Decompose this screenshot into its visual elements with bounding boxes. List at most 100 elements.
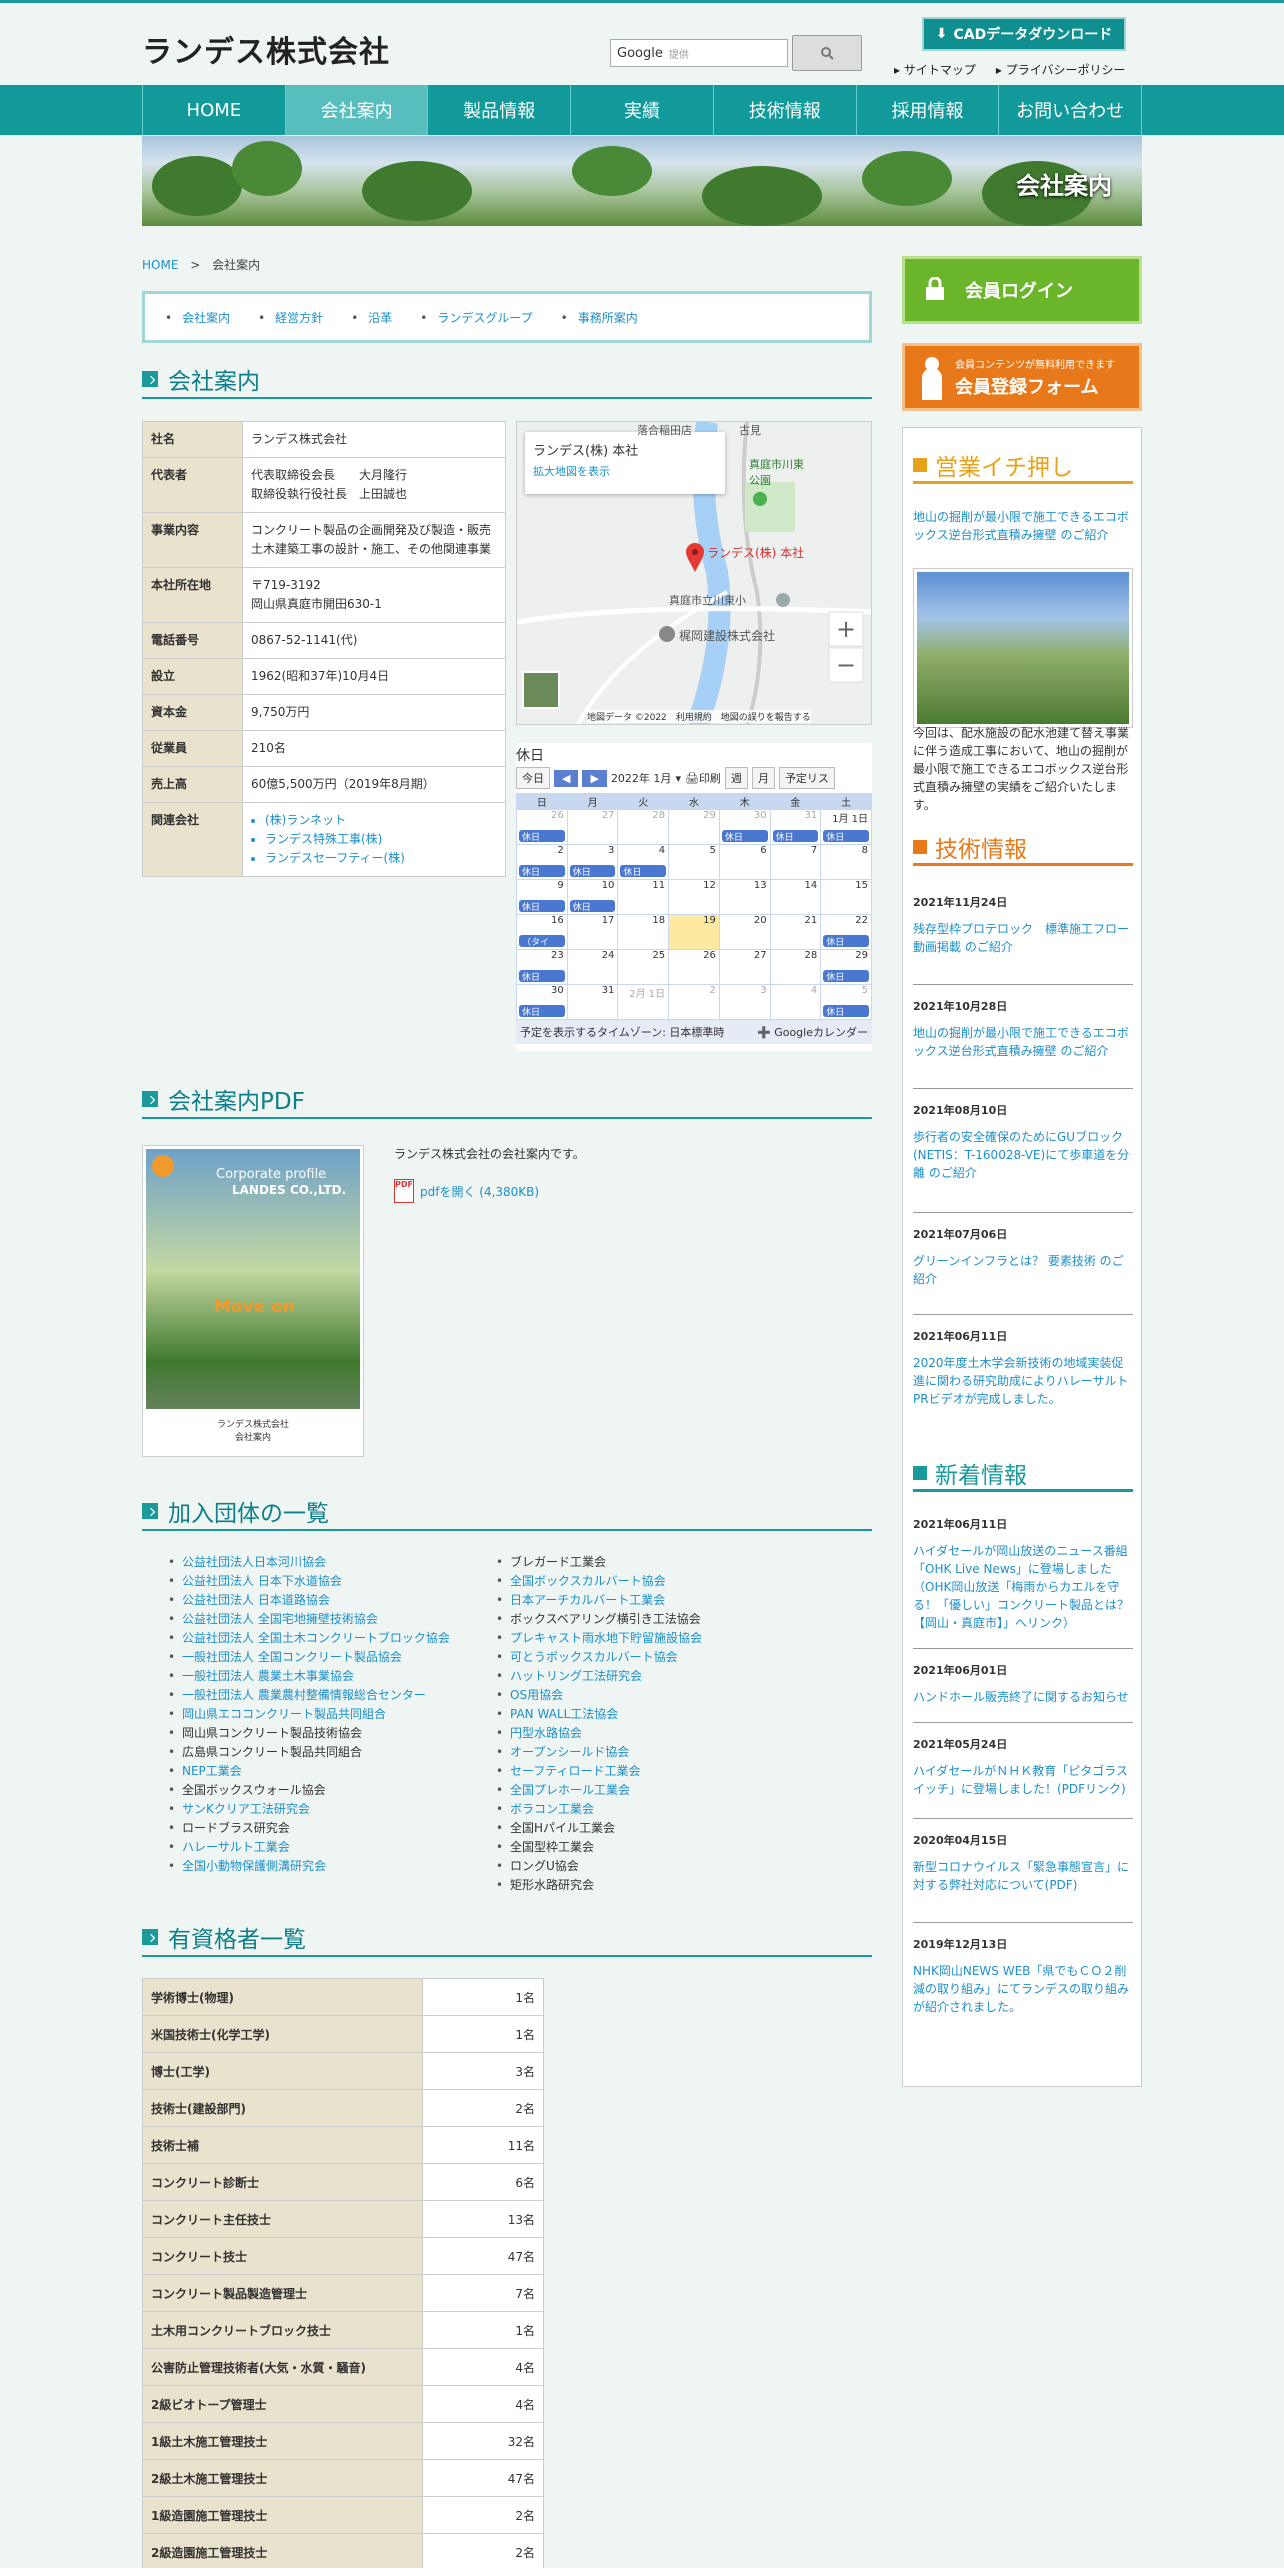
org-item[interactable]: プレキャスト雨水地下貯留施設協会 bbox=[494, 1629, 702, 1648]
calendar-prev-button[interactable]: ◀ bbox=[554, 769, 579, 787]
tech-link[interactable]: グリーンインフラとは？ 要素技術 のご紹介 bbox=[913, 1252, 1133, 1288]
calendar-day[interactable]: 15 bbox=[821, 880, 871, 914]
nav-item-1[interactable]: 会社案内 bbox=[285, 85, 429, 135]
news-link[interactable]: ハイダセールが岡山放送のニュース番組「OHK Live News」に登場しました… bbox=[913, 1542, 1133, 1632]
calendar-event[interactable]: 休日 bbox=[519, 830, 565, 843]
org-item[interactable]: 公益社団法人 日本道路協会 bbox=[166, 1591, 450, 1610]
calendar-event[interactable]: 休日 bbox=[519, 1005, 565, 1018]
org-item[interactable]: 一般社団法人 農業土木事業協会 bbox=[166, 1667, 450, 1686]
privacy-link[interactable]: ▸ プライバシーポリシー bbox=[996, 61, 1126, 78]
subnav-link-1[interactable]: 経営方針 bbox=[258, 309, 323, 326]
tech-link[interactable]: 地山の掘削が最小限で施工できるエコボックス逆台形式直積み擁壁 のご紹介 bbox=[913, 1024, 1133, 1060]
org-item[interactable]: 公益社団法人 全国宅地擁壁技術協会 bbox=[166, 1610, 450, 1629]
subnav-link-4[interactable]: 事務所案内 bbox=[561, 309, 638, 326]
pdf-cover-image[interactable]: Corporate profile LANDES CO.,LTD. Move o… bbox=[142, 1145, 364, 1457]
calendar-day[interactable]: 6 bbox=[719, 845, 770, 879]
calendar-day[interactable]: 11 bbox=[618, 880, 669, 914]
org-item[interactable]: PAN WALL工法協会 bbox=[494, 1705, 702, 1724]
related-company-link[interactable]: ランデスセーフティー(株) bbox=[265, 849, 497, 868]
calendar-today-button[interactable]: 今日 bbox=[516, 767, 550, 789]
member-login-button[interactable]: 会員ログイン bbox=[902, 256, 1142, 324]
calendar-view-agenda[interactable]: 予定リス bbox=[778, 767, 835, 789]
subnav-link-0[interactable]: 会社案内 bbox=[165, 309, 230, 326]
org-item[interactable]: 岡山県エココンクリート製品共同組合 bbox=[166, 1705, 450, 1724]
calendar-day[interactable]: 3 休日 bbox=[567, 845, 618, 879]
nav-item-2[interactable]: 製品情報 bbox=[428, 85, 572, 135]
print-button[interactable]: 🖨印刷 bbox=[685, 770, 721, 786]
calendar-day[interactable]: 1月 1日 休日 bbox=[821, 810, 871, 844]
calendar-view-week[interactable]: 週 bbox=[724, 767, 748, 789]
calendar-day[interactable]: 14 bbox=[770, 880, 821, 914]
calendar-day[interactable]: 28 bbox=[618, 810, 669, 844]
news-link[interactable]: 新型コロナウイルス「緊急事態宣言」に対する弊社対応について(PDF) bbox=[913, 1858, 1133, 1894]
nav-item-6[interactable]: お問い合わせ bbox=[999, 85, 1143, 135]
org-item[interactable]: NEP工業会 bbox=[166, 1762, 450, 1781]
calendar-event[interactable]: 休日 bbox=[519, 900, 565, 913]
org-item[interactable]: ボラコン工業会 bbox=[494, 1800, 702, 1819]
calendar-day[interactable]: 30 休日 bbox=[719, 810, 770, 844]
calendar-day[interactable]: 30 休日 bbox=[517, 985, 567, 1019]
calendar-event[interactable]: 休日 bbox=[620, 865, 667, 878]
tech-link[interactable]: 2020年度土木学会新技術の地域実装促進に関わる研究助成によりハレーサルトPRビ… bbox=[913, 1354, 1133, 1408]
org-item[interactable]: 可とうボックスカルバート協会 bbox=[494, 1648, 702, 1667]
org-item[interactable]: 全国プレホール工業会 bbox=[494, 1781, 702, 1800]
calendar-day[interactable]: 18 bbox=[618, 915, 669, 949]
org-item[interactable]: 全国小動物保護側溝研究会 bbox=[166, 1857, 450, 1876]
calendar-day[interactable]: 28 bbox=[770, 950, 821, 984]
calendar-event[interactable]: 休日 bbox=[823, 830, 869, 843]
calendar-view-month[interactable]: 月 bbox=[751, 767, 775, 789]
calendar-event[interactable]: 休日 bbox=[569, 865, 616, 878]
calendar-day[interactable]: 22 休日 bbox=[821, 915, 871, 949]
calendar-event[interactable]: 休日 bbox=[772, 830, 819, 843]
org-item[interactable]: ハットリング工法研究会 bbox=[494, 1667, 702, 1686]
calendar-day[interactable]: 7 bbox=[770, 845, 821, 879]
zoom-in-button[interactable]: + bbox=[829, 612, 863, 646]
site-logo[interactable]: ランデス株式会社 bbox=[142, 27, 390, 71]
tech-link[interactable]: 残存型枠プロテロック 標準施工フロー動画掲載 のご紹介 bbox=[913, 920, 1133, 956]
calendar-day[interactable]: 21 bbox=[770, 915, 821, 949]
calendar-event[interactable]: （タイ bbox=[519, 935, 565, 948]
pdf-open-link[interactable]: PDF pdfを開く (4,380KB) bbox=[394, 1179, 539, 1203]
calendar-day[interactable]: 4 休日 bbox=[618, 845, 669, 879]
related-company-link[interactable]: (株)ランネット bbox=[265, 811, 497, 830]
member-register-button[interactable]: 会員コンテンツが無料利用できます 会員登録フォーム bbox=[902, 343, 1142, 411]
calendar-event[interactable]: 休日 bbox=[823, 1005, 869, 1018]
calendar-day[interactable]: 27 bbox=[567, 810, 618, 844]
calendar-day[interactable]: 9 休日 bbox=[517, 880, 567, 914]
calendar-day[interactable]: 10 休日 bbox=[567, 880, 618, 914]
featured-image[interactable] bbox=[913, 568, 1133, 728]
tech-link[interactable]: 歩行者の安全確保のためにGUブロック(NETIS：T-160028-VE)にて歩… bbox=[913, 1128, 1133, 1182]
news-link[interactable]: ハイダセールがＮＨＫ教育「ピタゴラスイッチ」に登場しました！(PDFリンク) bbox=[913, 1762, 1133, 1798]
calendar-day[interactable]: 25 bbox=[618, 950, 669, 984]
org-item[interactable]: 公益社団法人 日本下水道協会 bbox=[166, 1572, 450, 1591]
org-item[interactable]: ハレーサルト工業会 bbox=[166, 1838, 450, 1857]
zoom-out-button[interactable]: − bbox=[829, 648, 863, 682]
nav-item-4[interactable]: 技術情報 bbox=[714, 85, 857, 135]
org-item[interactable]: 全国ボックスカルバート協会 bbox=[494, 1572, 702, 1591]
org-item[interactable]: サンKクリア工法研究会 bbox=[166, 1800, 450, 1819]
calendar-event[interactable]: 休日 bbox=[721, 830, 768, 843]
calendar-day[interactable]: 8 bbox=[821, 845, 871, 879]
org-item[interactable]: OS用協会 bbox=[494, 1686, 702, 1705]
cad-download-button[interactable]: ⬇ CADデータダウンロード bbox=[922, 17, 1126, 51]
calendar-day[interactable]: 12 bbox=[669, 880, 719, 914]
org-item[interactable]: 日本アーチカルバート工業会 bbox=[494, 1591, 702, 1610]
calendar-day[interactable]: 31 休日 bbox=[770, 810, 821, 844]
org-item[interactable]: 一般社団法人 全国コンクリート製品協会 bbox=[166, 1648, 450, 1667]
breadcrumb-home[interactable]: HOME bbox=[142, 258, 178, 272]
calendar-day[interactable]: 20 bbox=[719, 915, 770, 949]
calendar-day[interactable]: 13 bbox=[719, 880, 770, 914]
calendar-day[interactable]: 4 bbox=[770, 985, 821, 1019]
calendar-day[interactable]: 27 bbox=[719, 950, 770, 984]
org-item[interactable]: オープンシールド協会 bbox=[494, 1743, 702, 1762]
calendar-day[interactable]: 26 休日 bbox=[517, 810, 567, 844]
calendar-day[interactable]: 2月 1日 bbox=[618, 985, 669, 1019]
calendar-day[interactable]: 16 （タイ bbox=[517, 915, 567, 949]
nav-item-3[interactable]: 実績 bbox=[571, 85, 714, 135]
calendar-day[interactable]: 5 bbox=[669, 845, 719, 879]
google-calendar-link[interactable]: ➕ Googleカレンダー bbox=[757, 1024, 868, 1040]
org-item[interactable]: 公益社団法人日本河川協会 bbox=[166, 1553, 450, 1572]
calendar-day[interactable]: 2 休日 bbox=[517, 845, 567, 879]
calendar-day[interactable]: 5 休日 bbox=[821, 985, 871, 1019]
news-link[interactable]: NHK岡山NEWS WEB「県でもＣＯ２削減の取り組み」にてランデスの取り組みが… bbox=[913, 1962, 1133, 2016]
